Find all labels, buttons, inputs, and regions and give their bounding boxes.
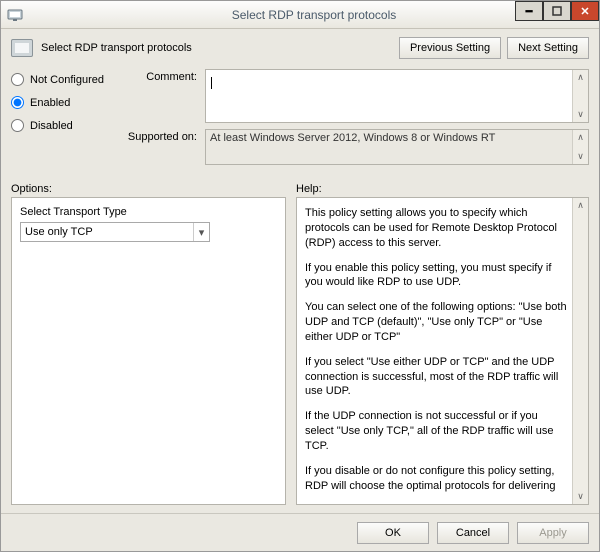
transport-type-label: Select Transport Type (20, 206, 277, 218)
scroll-up-icon[interactable]: ∧ (573, 198, 588, 213)
radio-enabled-label: Enabled (30, 97, 70, 109)
radio-not-configured-input[interactable] (11, 73, 24, 86)
scroll-down-icon[interactable]: ∨ (573, 489, 588, 504)
next-setting-button[interactable]: Next Setting (507, 37, 589, 59)
apply-button[interactable]: Apply (517, 522, 589, 544)
help-paragraph: This policy setting allows you to specif… (305, 206, 568, 251)
radio-disabled-input[interactable] (11, 119, 24, 132)
footer: OK Cancel Apply (1, 513, 599, 551)
comment-textarea[interactable]: ∧ ∨ (205, 69, 589, 123)
ok-button[interactable]: OK (357, 522, 429, 544)
help-scrollbar[interactable]: ∧ ∨ (572, 198, 588, 504)
scroll-down-icon[interactable]: ∨ (573, 107, 588, 122)
text-caret (211, 77, 212, 92)
supported-value: At least Windows Server 2012, Windows 8 … (210, 132, 495, 144)
help-body[interactable]: This policy setting allows you to specif… (305, 206, 568, 496)
radio-enabled[interactable]: Enabled (11, 96, 123, 109)
help-panel: This policy setting allows you to specif… (296, 197, 589, 505)
transport-type-selected: Use only TCP (25, 226, 93, 238)
scroll-up-icon[interactable]: ∧ (573, 130, 588, 145)
app-icon (7, 7, 23, 23)
comment-label: Comment: (123, 69, 205, 123)
comment-row: Comment: ∧ ∨ (123, 69, 589, 123)
radio-not-configured[interactable]: Not Configured (11, 73, 123, 86)
help-label: Help: (296, 183, 322, 195)
transport-type-select[interactable]: Use only TCP ▾ (20, 222, 210, 242)
state-radio-group: Not Configured Enabled Disabled (11, 69, 123, 171)
panels: Select Transport Type Use only TCP ▾ Thi… (11, 197, 589, 505)
policy-header-row: Select RDP transport protocols Previous … (11, 37, 589, 59)
window-title: Select RDP transport protocols (29, 8, 599, 22)
radio-disabled[interactable]: Disabled (11, 119, 123, 132)
radio-enabled-input[interactable] (11, 96, 24, 109)
help-paragraph: If you disable or do not configure this … (305, 464, 568, 496)
options-label: Options: (11, 183, 296, 195)
policy-icon (11, 39, 33, 57)
supported-textbox: At least Windows Server 2012, Windows 8 … (205, 129, 589, 165)
options-panel: Select Transport Type Use only TCP ▾ (11, 197, 286, 505)
scroll-up-icon[interactable]: ∧ (573, 70, 588, 85)
cancel-button[interactable]: Cancel (437, 522, 509, 544)
minimize-button[interactable]: ━ (515, 1, 543, 21)
help-paragraph: If you enable this policy setting, you m… (305, 261, 568, 291)
supported-scrollbar[interactable]: ∧ ∨ (572, 130, 588, 164)
content-area: Select RDP transport protocols Previous … (1, 29, 599, 513)
help-paragraph: If you select "Use either UDP or TCP" an… (305, 355, 568, 400)
dialog-window: Select RDP transport protocols ━ ✕ Selec… (0, 0, 600, 552)
titlebar[interactable]: Select RDP transport protocols ━ ✕ (1, 1, 599, 29)
help-paragraph: You can select one of the following opti… (305, 300, 568, 345)
radio-not-configured-label: Not Configured (30, 74, 104, 86)
previous-setting-button[interactable]: Previous Setting (399, 37, 501, 59)
scroll-down-icon[interactable]: ∨ (573, 149, 588, 164)
state-and-comment-row: Not Configured Enabled Disabled Comment: (11, 69, 589, 171)
close-button[interactable]: ✕ (571, 1, 599, 21)
supported-label: Supported on: (123, 129, 205, 165)
radio-disabled-label: Disabled (30, 120, 73, 132)
supported-row: Supported on: At least Windows Server 20… (123, 129, 589, 165)
section-labels: Options: Help: (11, 183, 589, 195)
window-controls: ━ ✕ (515, 1, 599, 21)
help-paragraph: If the UDP connection is not successful … (305, 409, 568, 454)
comment-scrollbar[interactable]: ∧ ∨ (572, 70, 588, 122)
chevron-down-icon: ▾ (193, 223, 209, 241)
maximize-button[interactable] (543, 1, 571, 21)
policy-name: Select RDP transport protocols (41, 42, 393, 54)
